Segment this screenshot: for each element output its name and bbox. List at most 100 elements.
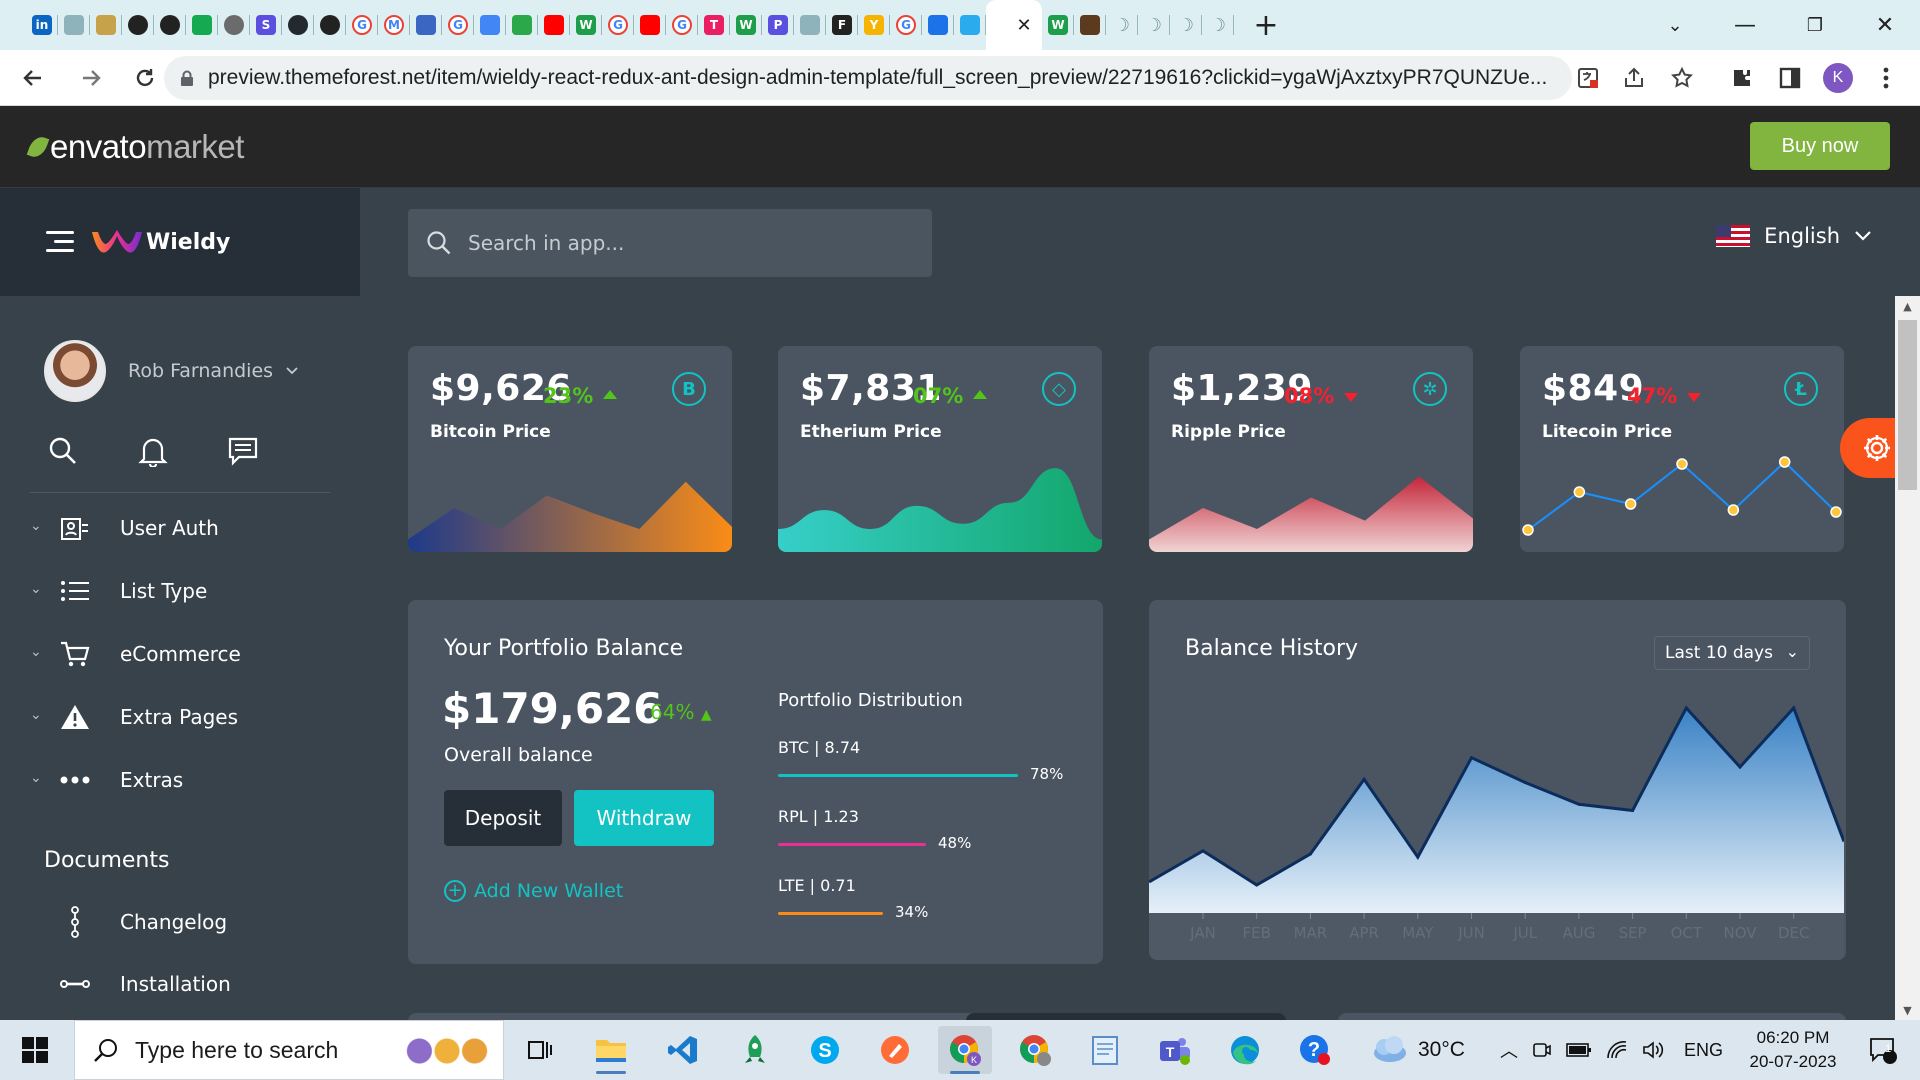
chrome-menu-icon[interactable] bbox=[1866, 58, 1906, 98]
language-selector[interactable]: English bbox=[1716, 224, 1872, 248]
menu-toggle-icon[interactable] bbox=[46, 231, 74, 253]
share-icon[interactable] bbox=[1614, 58, 1654, 98]
browser-tab[interactable] bbox=[474, 0, 506, 50]
browser-tab[interactable]: G bbox=[666, 0, 698, 50]
browser-tab[interactable] bbox=[922, 0, 954, 50]
taskbar-search-box[interactable]: Type here to search bbox=[74, 1020, 504, 1080]
weather-widget[interactable]: 30°C bbox=[1368, 1020, 1465, 1080]
active-tab[interactable]: ✕ bbox=[986, 0, 1042, 50]
postman-icon[interactable] bbox=[868, 1026, 922, 1074]
browser-tab[interactable]: F bbox=[826, 0, 858, 50]
chrome-profile-icon[interactable]: K bbox=[938, 1026, 992, 1074]
file-explorer-icon[interactable] bbox=[584, 1026, 638, 1074]
meet-now-icon[interactable] bbox=[1532, 1040, 1552, 1060]
new-tab-button[interactable]: + bbox=[1246, 8, 1286, 43]
browser-tab[interactable]: G bbox=[346, 0, 378, 50]
scroll-down-arrow-icon[interactable]: ▼ bbox=[1895, 1000, 1920, 1020]
side-panel-icon[interactable] bbox=[1770, 58, 1810, 98]
coin-icon[interactable]: ✲ bbox=[1413, 372, 1447, 406]
app-search-box[interactable] bbox=[408, 209, 932, 277]
browser-tab[interactable] bbox=[314, 0, 346, 50]
browser-tab[interactable]: ☽ bbox=[1202, 0, 1234, 50]
help-icon[interactable]: ? bbox=[1288, 1026, 1342, 1074]
sidebar-item-user-auth[interactable]: ⌄ User Auth bbox=[0, 496, 360, 559]
windows-start-button[interactable] bbox=[0, 1020, 70, 1080]
buy-now-button[interactable]: Buy now bbox=[1750, 122, 1890, 170]
browser-tab[interactable]: G bbox=[602, 0, 634, 50]
deposit-button[interactable]: Deposit bbox=[444, 790, 562, 846]
reload-button[interactable] bbox=[122, 55, 168, 101]
skype-icon[interactable]: S bbox=[798, 1026, 852, 1074]
url-text[interactable]: preview.themeforest.net/item/wieldy-reac… bbox=[208, 66, 1553, 90]
browser-tab[interactable]: G bbox=[442, 0, 474, 50]
clock[interactable]: 06:20 PM 20-07-2023 bbox=[1742, 1020, 1844, 1080]
browser-tab[interactable]: ☽ bbox=[1138, 0, 1170, 50]
envato-logo[interactable]: envato market bbox=[26, 128, 244, 166]
bookmark-star-icon[interactable] bbox=[1662, 58, 1702, 98]
volume-icon[interactable] bbox=[1642, 1040, 1664, 1060]
forward-button[interactable] bbox=[68, 55, 114, 101]
edge-icon[interactable] bbox=[1218, 1026, 1272, 1074]
translate-icon[interactable] bbox=[1568, 58, 1608, 98]
browser-tab[interactable]: W bbox=[730, 0, 762, 50]
tray-overflow-icon[interactable]: ︿ bbox=[1500, 1037, 1518, 1063]
profile-avatar[interactable]: K bbox=[1818, 58, 1858, 98]
coin-icon[interactable]: Ł bbox=[1784, 372, 1818, 406]
notepad-icon[interactable] bbox=[1078, 1026, 1132, 1074]
omnibox[interactable]: preview.themeforest.net/item/wieldy-reac… bbox=[164, 56, 1572, 100]
browser-tab[interactable] bbox=[218, 0, 250, 50]
browser-tab[interactable]: ☽ bbox=[1106, 0, 1138, 50]
browser-tab[interactable]: ☽ bbox=[1170, 0, 1202, 50]
app-rocket-icon[interactable] bbox=[728, 1026, 782, 1074]
chrome-icon[interactable] bbox=[1008, 1026, 1062, 1074]
browser-tab[interactable] bbox=[410, 0, 442, 50]
back-button[interactable] bbox=[10, 55, 56, 101]
browser-tab[interactable]: W bbox=[570, 0, 602, 50]
browser-tab[interactable]: Y bbox=[858, 0, 890, 50]
sidebar-item-installation[interactable]: Installation bbox=[0, 954, 360, 1014]
add-new-wallet-link[interactable]: + Add New Wallet bbox=[444, 880, 623, 902]
teams-icon[interactable]: T bbox=[1148, 1026, 1202, 1074]
browser-tab[interactable] bbox=[154, 0, 186, 50]
extensions-icon[interactable] bbox=[1722, 58, 1762, 98]
browser-tab[interactable]: S bbox=[250, 0, 282, 50]
input-language[interactable]: ENG bbox=[1684, 1020, 1723, 1080]
battery-icon[interactable] bbox=[1566, 1042, 1592, 1058]
browser-tab[interactable] bbox=[58, 0, 90, 50]
wifi-icon[interactable] bbox=[1606, 1040, 1628, 1060]
browser-tab[interactable] bbox=[506, 0, 538, 50]
browser-tab[interactable] bbox=[794, 0, 826, 50]
browser-tab[interactable] bbox=[954, 0, 986, 50]
restore-button[interactable]: ❐ bbox=[1780, 0, 1850, 50]
browser-tab[interactable]: P bbox=[762, 0, 794, 50]
notification-bell-icon[interactable] bbox=[134, 432, 172, 470]
browser-tab[interactable]: G bbox=[890, 0, 922, 50]
page-scrollbar[interactable]: ▲ ▼ bbox=[1895, 296, 1920, 1020]
browser-tab[interactable]: W bbox=[1042, 0, 1074, 50]
browser-tab[interactable]: in bbox=[26, 0, 58, 50]
user-profile[interactable]: Rob Farnandies bbox=[44, 340, 299, 402]
browser-tab[interactable] bbox=[634, 0, 666, 50]
sidebar-item-extra-pages[interactable]: ⌄ Extra Pages bbox=[0, 685, 360, 748]
sidebar-item-list-type[interactable]: ⌄ List Type bbox=[0, 559, 360, 622]
browser-tab[interactable]: M bbox=[378, 0, 410, 50]
withdraw-button[interactable]: Withdraw bbox=[574, 790, 714, 846]
notification-center-button[interactable]: 1 bbox=[1858, 1020, 1908, 1080]
brand-logo[interactable]: Wieldy bbox=[90, 228, 230, 256]
sidebar-item-ecommerce[interactable]: ⌄ eCommerce bbox=[0, 622, 360, 685]
sidebar-item-extras[interactable]: ⌄ Extras bbox=[0, 748, 360, 811]
task-view-icon[interactable] bbox=[512, 1026, 566, 1074]
coin-icon[interactable]: ◇ bbox=[1042, 372, 1076, 406]
tab-search-icon[interactable]: ⌄ bbox=[1640, 0, 1710, 50]
scroll-up-arrow-icon[interactable]: ▲ bbox=[1895, 296, 1920, 316]
minimize-button[interactable]: — bbox=[1710, 0, 1780, 50]
browser-tab[interactable] bbox=[90, 0, 122, 50]
close-window-button[interactable]: ✕ bbox=[1850, 0, 1920, 50]
vscode-icon[interactable] bbox=[656, 1026, 710, 1074]
browser-tab[interactable] bbox=[186, 0, 218, 50]
browser-tab[interactable] bbox=[282, 0, 314, 50]
sidebar-item-changelog[interactable]: Changelog bbox=[0, 892, 360, 952]
messages-icon[interactable] bbox=[224, 432, 262, 470]
scrollbar-thumb[interactable] bbox=[1898, 320, 1917, 490]
coin-icon[interactable]: B bbox=[672, 372, 706, 406]
